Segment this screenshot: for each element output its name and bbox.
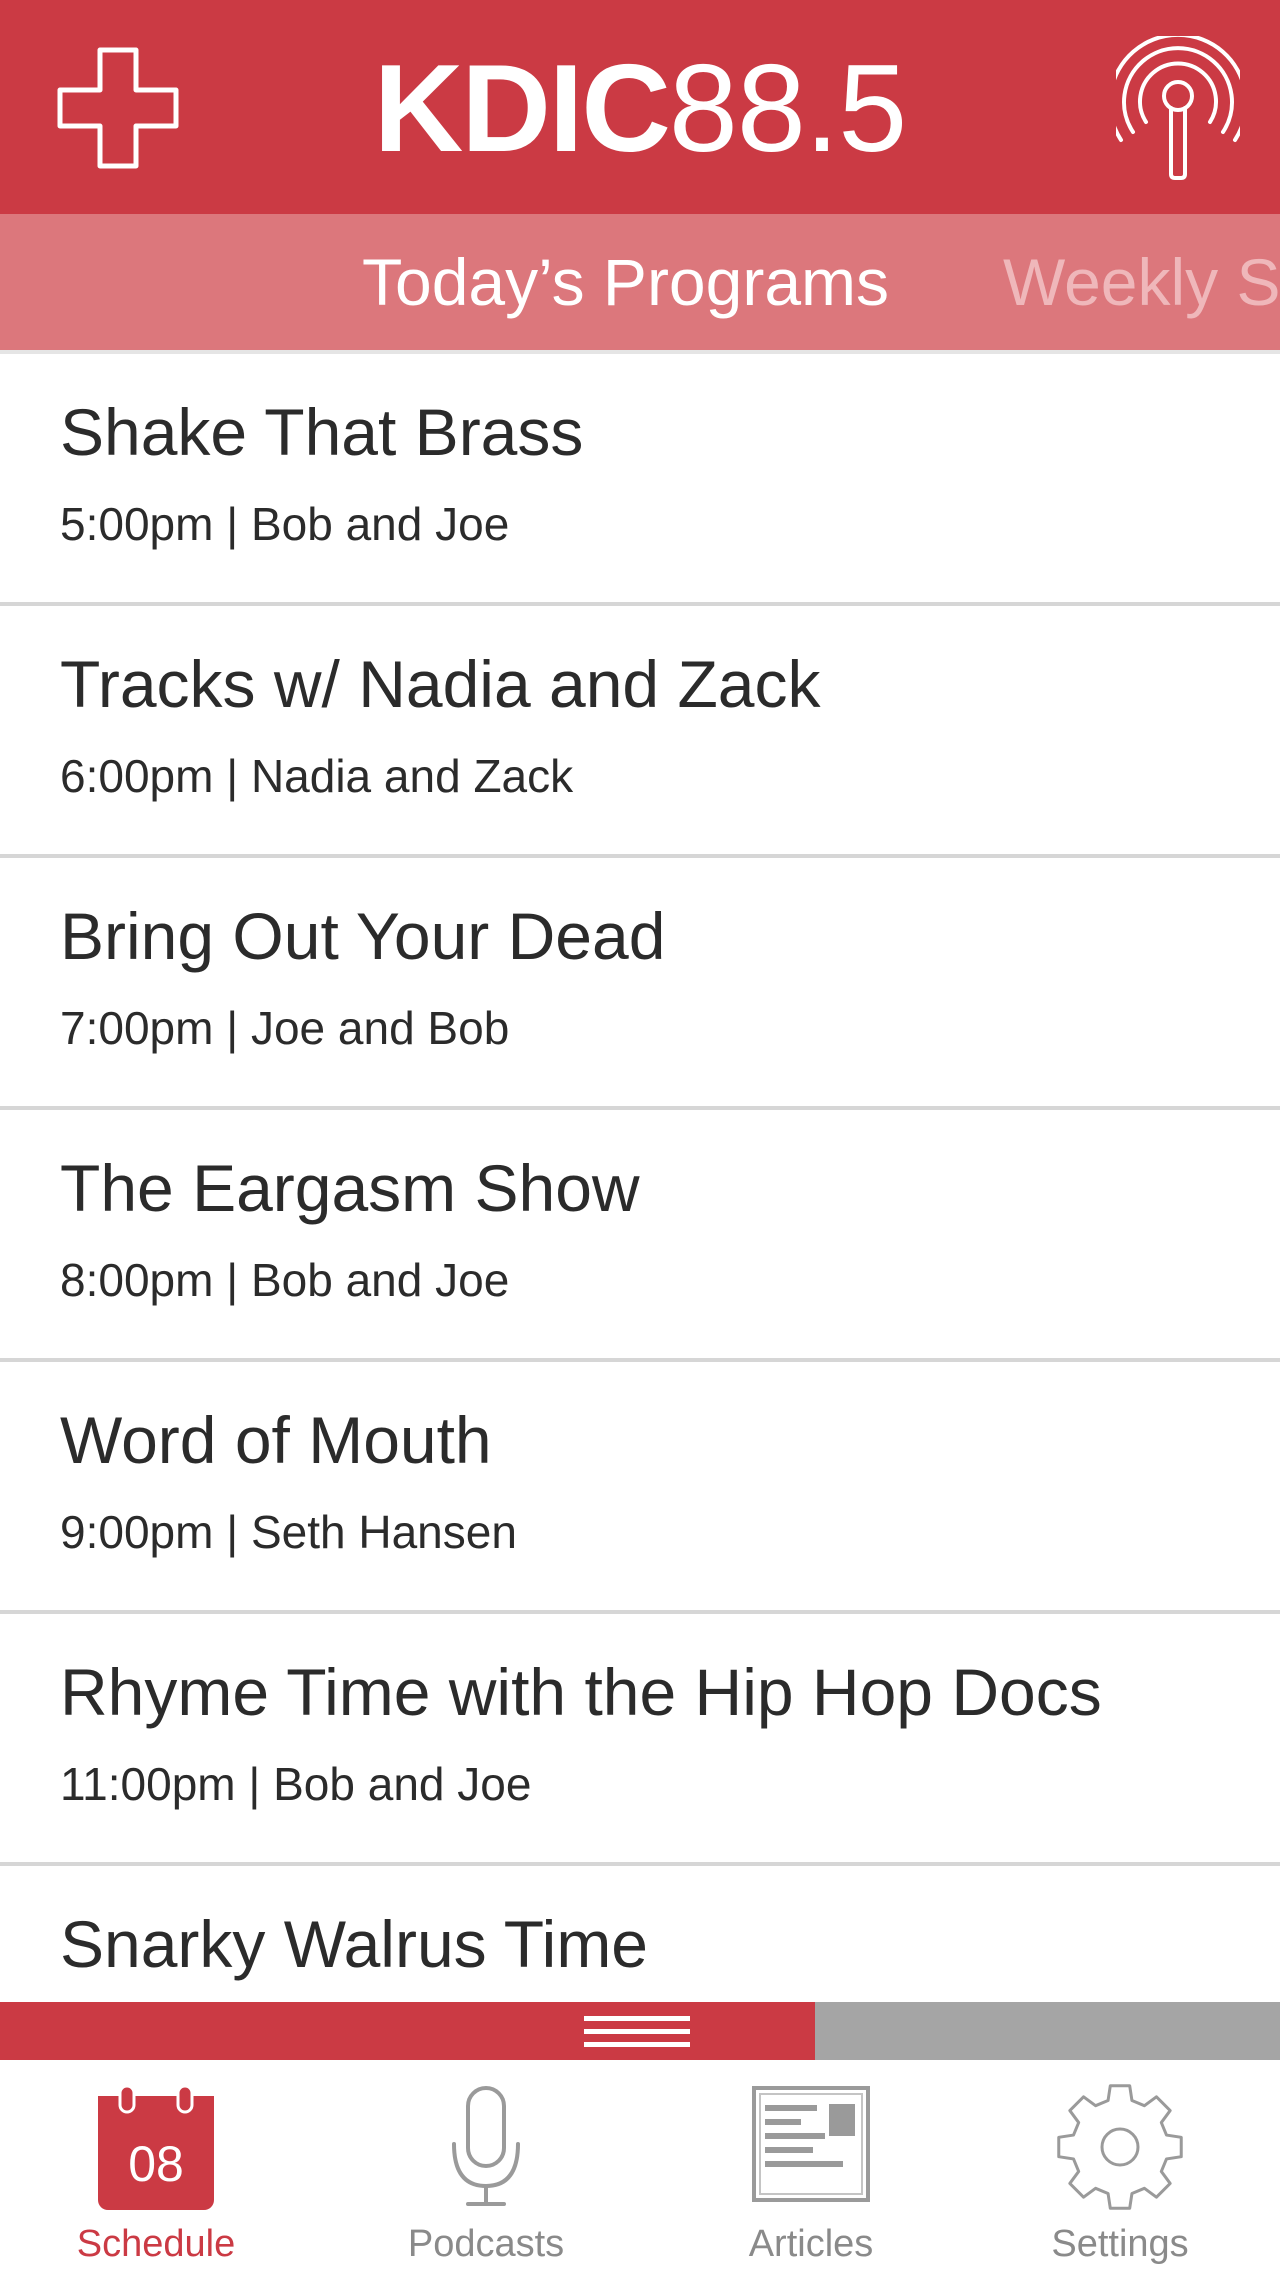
app-screen: KDIC88.5 Today’s Programs Weekly S Shake… [0,0,1280,2272]
list-item[interactable]: The Eargasm Show 8:00pm | Bob and Joe [0,1110,1280,1362]
tab-weekly-schedule[interactable]: Weekly S [1003,214,1280,350]
list-item[interactable]: Word of Mouth 9:00pm | Seth Hansen [0,1362,1280,1614]
tabbar-item-settings[interactable]: Settings [960,2060,1280,2272]
program-hosts: Bob and Joe [273,1758,532,1810]
tabbar-label: Schedule [76,2223,236,2265]
schedule-tabs: Today’s Programs Weekly S [0,214,1280,354]
program-title: Bring Out Your Dead [60,899,666,973]
program-meta: 7:00pm | Joe and Bob [60,1002,510,1054]
broadcast-icon [1116,36,1240,180]
program-meta: 11:00pm | Bob and Joe [60,1758,532,1810]
tabbar-label: Settings [1051,2223,1189,2265]
program-hosts: Joe and Bob [250,1002,510,1054]
player-progress [0,2002,816,2060]
program-meta: 8:00pm | Bob and Joe [60,1254,510,1306]
program-title: Tracks w/ Nadia and Zack [60,647,821,721]
program-time: 8:00pm [60,1254,214,1306]
program-title: Rhyme Time with the Hip Hop Docs [60,1655,1102,1729]
program-hosts: Bob and Joe [250,1254,510,1306]
calendar-icon: 08 [96,2082,216,2217]
gear-icon [1055,2082,1185,2217]
program-time: 9:00pm [60,1506,214,1558]
newspaper-icon [751,2082,871,2209]
program-time: 11:00pm [60,1758,236,1810]
list-item[interactable]: Bring Out Your Dead 7:00pm | Joe and Bob [0,858,1280,1110]
list-item[interactable]: Shake That Brass 5:00pm | Bob and Joe [0,354,1280,606]
microphone-icon [446,2082,526,2217]
list-item[interactable]: Snarky Walrus Time [0,1866,1280,2002]
logo-frequency: 88.5 [668,40,907,178]
program-list[interactable]: Shake That Brass 5:00pm | Bob and Joe Tr… [0,354,1280,2002]
program-title: Snarky Walrus Time [60,1907,649,1981]
live-stream-button[interactable] [1116,36,1240,180]
app-header: KDIC88.5 [0,0,1280,214]
logo-call-letters: KDIC [373,40,671,178]
tabbar-label: Podcasts [407,2223,565,2265]
drag-handle-icon[interactable] [584,2016,690,2050]
program-time: 7:00pm [60,1002,214,1054]
list-item[interactable]: Rhyme Time with the Hip Hop Docs 11:00pm… [0,1614,1280,1866]
station-logo: KDIC88.5 [0,34,1280,184]
program-meta: 5:00pm | Bob and Joe [60,498,510,550]
program-time: 6:00pm [60,750,214,802]
tabbar-item-podcasts[interactable]: Podcasts [326,2060,646,2272]
list-item[interactable]: Tracks w/ Nadia and Zack 6:00pm | Nadia … [0,606,1280,858]
tab-todays-programs[interactable]: Today’s Programs [362,214,889,350]
program-title: Shake That Brass [60,395,584,469]
bottom-tab-bar: 08 Schedule Podcasts Articles Settings [0,2060,1280,2272]
program-title: Word of Mouth [60,1403,492,1477]
program-title: The Eargasm Show [60,1151,640,1225]
program-hosts: Bob and Joe [250,498,510,550]
tabbar-item-articles[interactable]: Articles [651,2060,971,2272]
program-hosts: Seth Hansen [250,1506,517,1558]
program-meta: 9:00pm | Seth Hansen [60,1506,517,1558]
tabbar-label: Articles [748,2223,874,2265]
program-meta: 6:00pm | Nadia and Zack [60,750,574,802]
program-time: 5:00pm [60,498,214,550]
tabbar-item-schedule[interactable]: 08 Schedule [0,2060,316,2272]
program-hosts: Nadia and Zack [250,750,574,802]
calendar-day: 08 [128,2136,184,2192]
player-bar[interactable] [0,2002,1280,2060]
